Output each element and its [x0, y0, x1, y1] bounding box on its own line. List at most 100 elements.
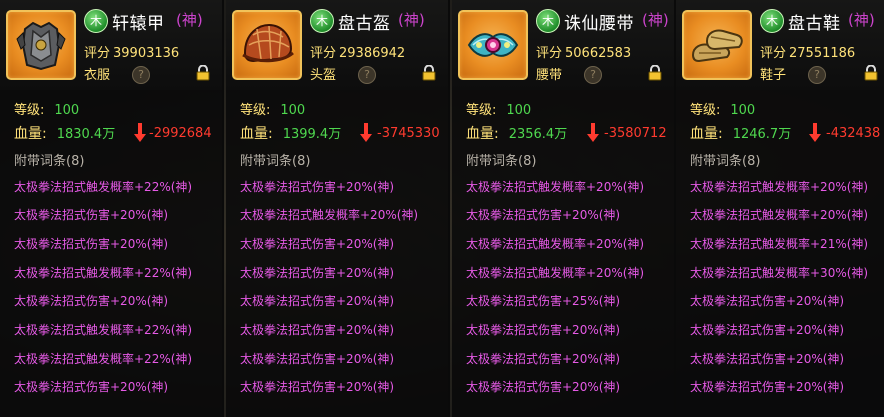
- help-icon[interactable]: ?: [132, 66, 150, 84]
- down-arrow-icon: [587, 123, 599, 142]
- hp-diff: -2992684: [149, 126, 212, 141]
- item-rank: (神): [848, 11, 875, 29]
- item-rank: (神): [642, 11, 669, 29]
- item-score: 评分 39903136: [84, 42, 179, 61]
- hp-label: 血量:: [240, 126, 273, 142]
- hp-value: 2356.4万: [508, 127, 568, 142]
- affix-line: 太极拳法招式伤害+20%(神): [240, 294, 395, 308]
- affix-line: 太极拳法招式伤害+25%(神): [466, 294, 621, 308]
- affix-line: 太极拳法招式触发概率+21%(神): [690, 237, 869, 251]
- item-card-boots: 木 盘古鞋 (神) 评分 27551186 鞋子 ? 等级: 100 血量: 1246…: [676, 0, 884, 417]
- hp-value: 1399.4万: [282, 127, 342, 142]
- affix-header: 附带词条(8): [14, 154, 85, 169]
- affix-line: 太极拳法招式触发概率+22%(神): [14, 266, 193, 280]
- affix-line: 太极拳法招式伤害+20%(神): [240, 380, 395, 394]
- affix-line: 太极拳法招式伤害+20%(神): [240, 237, 395, 251]
- armor-icon[interactable]: [6, 10, 76, 80]
- score-label: 评分: [84, 46, 111, 61]
- lock-icon[interactable]: [864, 65, 878, 81]
- hp-diff: -3580712: [604, 126, 667, 141]
- affix-line: 太极拳法招式触发概率+20%(神): [466, 266, 645, 280]
- item-slot: 头盔: [310, 68, 337, 83]
- item-name: 盘古盔: [338, 14, 391, 34]
- item-card-helmet: 木 盘古盔 (神) 评分 29386942 头盔 ? 等级: 100 血量: 1399…: [226, 0, 450, 417]
- affix-line: 太极拳法招式伤害+20%(神): [690, 323, 845, 337]
- item-card-armor: 木 轩辕甲 (神) 评分 39903136 衣服 ? 等级: 100 血量: 1830…: [0, 0, 224, 417]
- level-label: 等级:: [14, 103, 45, 118]
- boots-icon[interactable]: [682, 10, 752, 80]
- affix-header: 附带词条(8): [240, 154, 311, 169]
- affix-line: 太极拳法招式触发概率+22%(神): [14, 180, 193, 194]
- hp-diff: -3745330: [377, 126, 440, 141]
- item-rank: (神): [176, 11, 203, 29]
- affix-line: 太极拳法招式伤害+20%(神): [240, 180, 395, 194]
- level-value: 100: [280, 103, 306, 118]
- item-slot: 衣服: [84, 68, 111, 83]
- level-value: 100: [506, 103, 532, 118]
- score-value: 50662583: [565, 46, 632, 61]
- down-arrow-icon: [360, 123, 372, 142]
- wood-element-icon: 木: [760, 9, 784, 33]
- affix-line: 太极拳法招式伤害+20%(神): [466, 208, 621, 222]
- affix-line: 太极拳法招式伤害+20%(神): [690, 380, 845, 394]
- card-header: 木 盘古盔 (神) 评分 29386942 头盔 ?: [226, 0, 448, 90]
- hp-label: 血量:: [14, 126, 47, 142]
- card-header: 木 盘古鞋 (神) 评分 27551186 鞋子 ?: [676, 0, 884, 90]
- affix-line: 太极拳法招式触发概率+20%(神): [466, 180, 645, 194]
- level-row: 等级: 100: [240, 99, 305, 118]
- affix-line: 太极拳法招式伤害+20%(神): [466, 323, 621, 337]
- item-slot: 鞋子: [760, 68, 787, 83]
- lock-icon[interactable]: [196, 65, 210, 81]
- down-arrow-icon: [134, 123, 146, 142]
- score-label: 评分: [760, 46, 787, 61]
- affix-line: 太极拳法招式伤害+20%(神): [14, 380, 169, 394]
- hp-row: 血量: 1830.4万: [14, 123, 115, 143]
- item-name: 盘古鞋: [788, 14, 841, 34]
- hp-value: 1830.4万: [56, 127, 116, 142]
- score-value: 27551186: [789, 46, 856, 61]
- score-label: 评分: [536, 46, 563, 61]
- affix-line: 太极拳法招式触发概率+20%(神): [240, 208, 419, 222]
- belt-icon[interactable]: [458, 10, 528, 80]
- affix-line: 太极拳法招式伤害+20%(神): [240, 352, 395, 366]
- item-card-belt: 木 诛仙腰带 (神) 评分 50662583 腰带 ? 等级: 100 血量: 235…: [452, 0, 676, 417]
- wood-element-icon: 木: [84, 9, 108, 33]
- hp-row: 血量: 1399.4万: [240, 123, 341, 143]
- level-row: 等级: 100: [466, 99, 531, 118]
- affix-line: 太极拳法招式触发概率+30%(神): [690, 266, 869, 280]
- lock-icon[interactable]: [648, 65, 662, 81]
- hp-value: 1246.7万: [732, 127, 792, 142]
- item-score: 评分 27551186: [760, 42, 855, 61]
- affix-line: 太极拳法招式伤害+20%(神): [14, 294, 169, 308]
- item-score: 评分 29386942: [310, 42, 405, 61]
- help-icon[interactable]: ?: [808, 66, 826, 84]
- level-row: 等级: 100: [690, 99, 755, 118]
- affix-line: 太极拳法招式伤害+20%(神): [240, 323, 395, 337]
- help-icon[interactable]: ?: [584, 66, 602, 84]
- affix-line: 太极拳法招式伤害+20%(神): [466, 380, 621, 394]
- hp-label: 血量:: [466, 126, 499, 142]
- item-slot: 腰带: [536, 68, 563, 83]
- wood-element-icon: 木: [536, 9, 560, 33]
- hp-row: 血量: 1246.7万: [690, 123, 791, 143]
- level-label: 等级:: [466, 103, 497, 118]
- item-name: 诛仙腰带: [564, 14, 634, 34]
- item-name: 轩辕甲: [112, 14, 165, 34]
- helmet-icon[interactable]: [232, 10, 302, 80]
- wood-element-icon: 木: [310, 9, 334, 33]
- affix-line: 太极拳法招式触发概率+20%(神): [690, 180, 869, 194]
- affix-line: 太极拳法招式伤害+20%(神): [14, 237, 169, 251]
- affix-header: 附带词条(8): [690, 154, 761, 169]
- lock-icon[interactable]: [422, 65, 436, 81]
- affix-line: 太极拳法招式伤害+20%(神): [240, 266, 395, 280]
- card-header: 木 诛仙腰带 (神) 评分 50662583 腰带 ?: [452, 0, 674, 90]
- affix-line: 太极拳法招式伤害+20%(神): [690, 294, 845, 308]
- down-arrow-icon: [809, 123, 821, 142]
- level-label: 等级:: [240, 103, 271, 118]
- hp-label: 血量:: [690, 126, 723, 142]
- affix-line: 太极拳法招式触发概率+22%(神): [14, 323, 193, 337]
- level-label: 等级:: [690, 103, 721, 118]
- hp-diff: -432438: [826, 126, 881, 141]
- affix-line: 太极拳法招式触发概率+20%(神): [690, 208, 869, 222]
- help-icon[interactable]: ?: [358, 66, 376, 84]
